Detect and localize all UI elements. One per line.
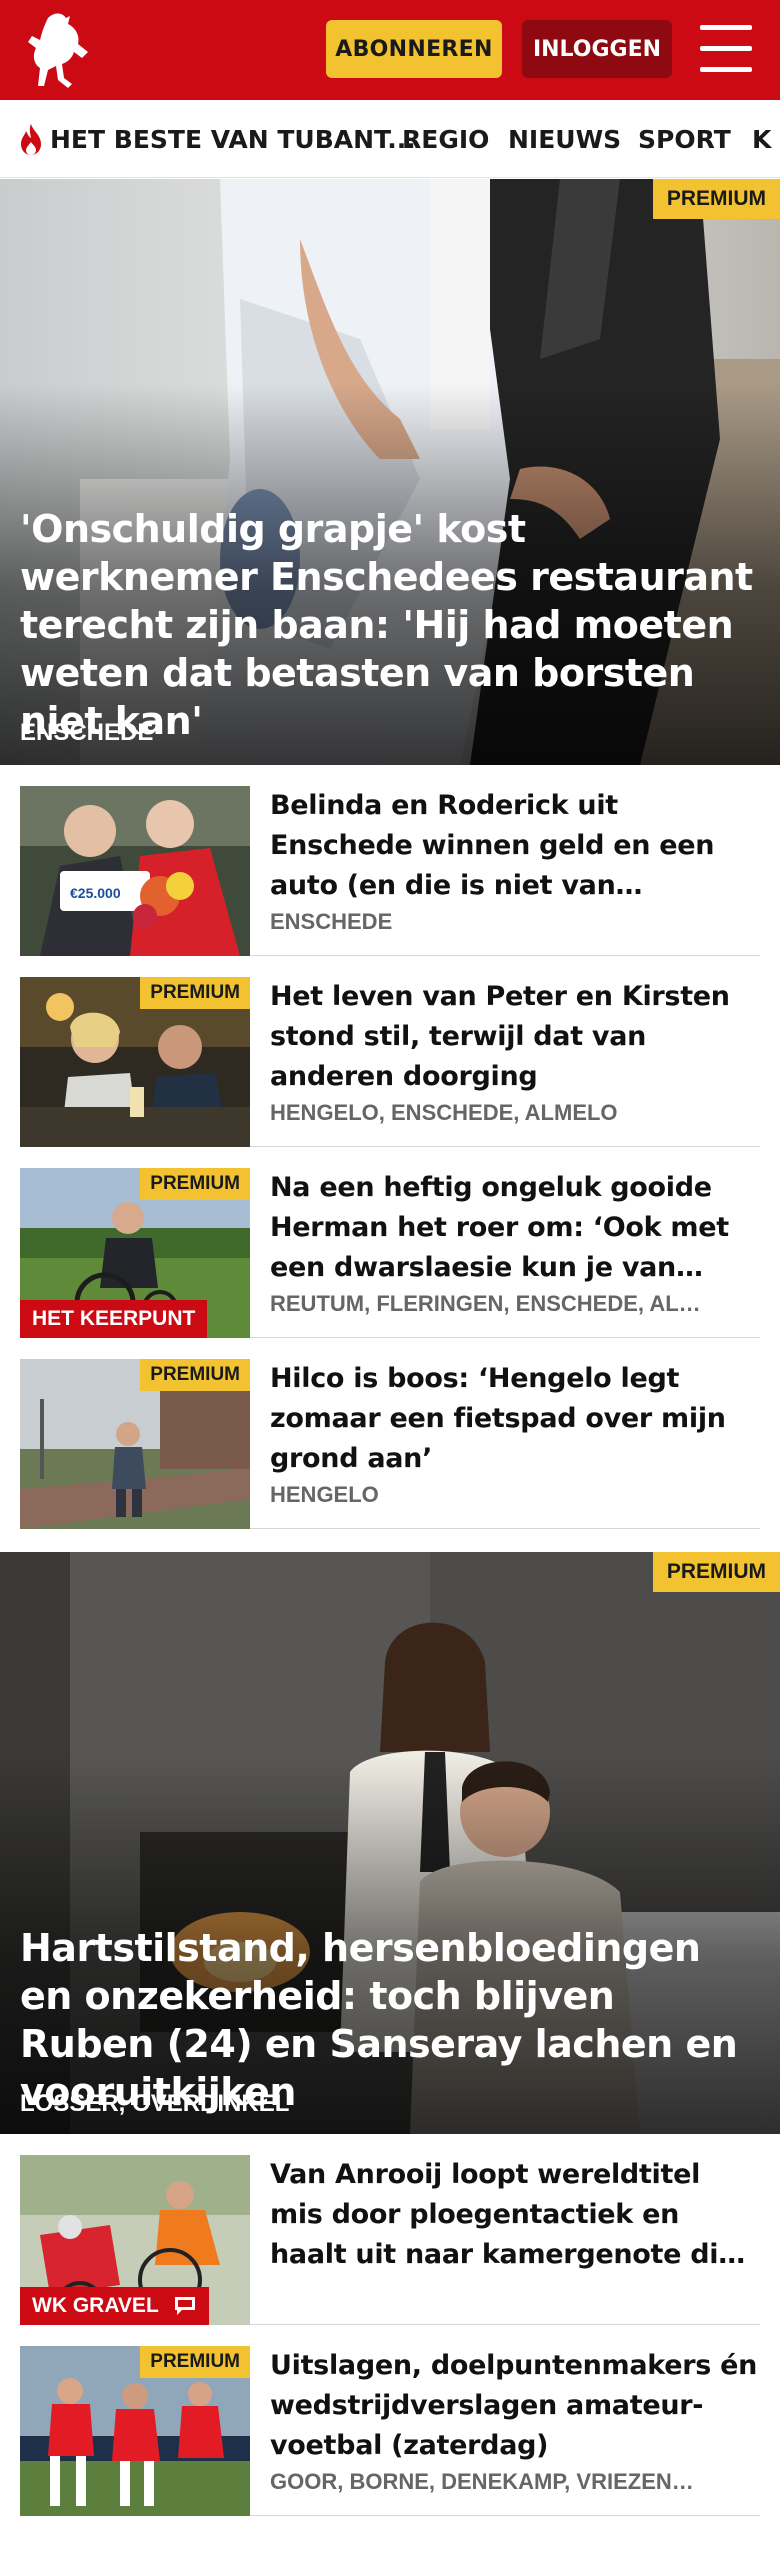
section-nav: HET BESTE VAN TUBANT... REGIO NIEUWS SPO… [0,100,780,178]
article-title[interactable]: Het leven van Peter en Kirsten stond sti… [270,977,760,1097]
list-item[interactable]: PREMIUM Hilco is boos: ‘Hengelo legt zom… [20,1339,760,1529]
subscribe-button[interactable]: ABONNEREN [326,20,502,78]
comment-icon [173,2295,197,2317]
site-header: ABONNEREN INLOGGEN [0,0,780,100]
hero-article[interactable]: PREMIUM Hartstilstand, hersenbloedingen … [0,1552,780,2134]
article-thumbnail: PREMIUM [20,1359,250,1529]
article-title[interactable]: Van Anrooij loopt wereldtitel mis door p… [270,2155,760,2275]
article-title[interactable]: Belinda en Roderick uit Enschede winnen … [270,786,760,906]
series-label-text: WK GRAVEL [32,2294,159,2317]
nav-item-regio[interactable]: REGIO [402,100,489,177]
list-item[interactable]: €25.000 Belinda en Roderick uit Enschede… [20,766,760,956]
svg-text:€25.000: €25.000 [70,885,121,901]
tubantia-logo[interactable] [18,8,108,92]
nav-item-nieuws[interactable]: NIEUWS [508,100,621,177]
article-location: HENGELO, ENSCHEDE, ALMELO [270,1100,618,1125]
nav-label: HET BESTE VAN TUBANT... [50,124,416,154]
hero-location: ENSCHEDE [20,719,154,746]
article-location: REUTUM, FLERINGEN, ENSCHEDE, AL… [270,1291,701,1316]
premium-badge: PREMIUM [652,179,780,219]
login-button[interactable]: INLOGGEN [522,20,672,78]
article-title[interactable]: Uitslagen, doelpuntenmakers én wedstrijd… [270,2346,760,2466]
list-item[interactable]: WK GRAVEL Van Anrooij loopt wereldtitel … [20,2135,760,2325]
list-item[interactable]: PREMIUM HET KEERPUNT Na een heftig ongel… [20,1148,760,1338]
premium-badge: PREMIUM [140,1168,250,1200]
article-thumbnail: PREMIUM HET KEERPUNT [20,1168,250,1338]
list-item[interactable]: PREMIUM Uitslagen, doelpuntenmakers én w… [20,2326,760,2516]
premium-badge: PREMIUM [140,2346,250,2378]
article-thumbnail: WK GRAVEL [20,2155,250,2325]
nav-item-k[interactable]: K [752,100,771,177]
series-label: HET KEERPUNT [20,1300,208,1338]
article-thumbnail: €25.000 [20,786,250,956]
premium-badge: PREMIUM [140,977,250,1009]
hamburger-icon[interactable] [700,25,752,73]
article-title[interactable]: Hilco is boos: ‘Hengelo legt zomaar een … [270,1359,760,1479]
hero-article[interactable]: PREMIUM 'Onschuldig grapje' kost werknem… [0,179,780,765]
article-location: HENGELO [270,1482,379,1507]
nav-item-het-beste[interactable]: HET BESTE VAN TUBANT... [18,100,416,177]
premium-badge: PREMIUM [652,1552,780,1592]
hero-title[interactable]: Hartstilstand, hersenbloedingen en onzek… [20,1924,760,2116]
list-item[interactable]: PREMIUM Het leven van Peter en Kirsten s… [20,957,760,1147]
flame-icon [21,124,41,155]
series-label: WK GRAVEL [20,2287,209,2325]
article-thumbnail: PREMIUM [20,2346,250,2516]
hero-location: LOSSER, OVERDINKEL [20,2090,290,2117]
nav-item-sport[interactable]: SPORT [638,100,731,177]
article-title[interactable]: Na een heftig ongeluk gooide Herman het … [270,1168,760,1288]
article-location: ENSCHEDE [270,909,393,934]
article-thumbnail: PREMIUM [20,977,250,1147]
hero-title[interactable]: 'Onschuldig grapje' kost werknemer Ensch… [20,505,760,745]
article-location: GOOR, BORNE, DENEKAMP, VRIEZEN… [270,2469,694,2494]
premium-badge: PREMIUM [140,1359,250,1391]
